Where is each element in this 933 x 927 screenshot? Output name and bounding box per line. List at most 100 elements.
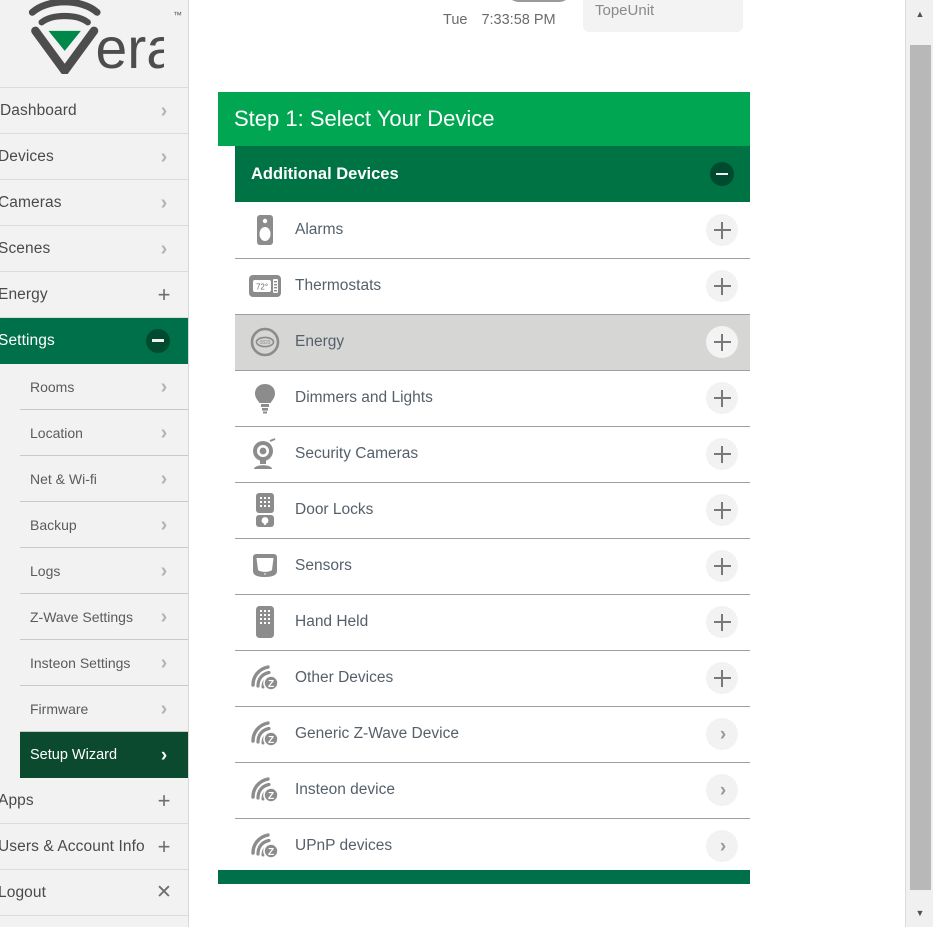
- chevron-right-icon: ›: [160, 744, 168, 766]
- page-title: Step 1: Select Your Device: [234, 106, 495, 131]
- sidebar-subitem-label: Location: [30, 425, 83, 441]
- step-header: Step 1: Select Your Device: [218, 92, 750, 146]
- trademark-symbol: ™: [173, 10, 182, 20]
- circle-minus-icon[interactable]: [710, 162, 734, 186]
- sidebar-subitem-label: Net & Wi-fi: [30, 471, 97, 487]
- add-device-button[interactable]: [706, 438, 738, 470]
- door-lock-icon: [247, 490, 283, 530]
- chevron-right-icon: ›: [160, 191, 168, 214]
- clock-display: Tue 7:33:58 PM: [443, 12, 556, 28]
- annotation-arrow-icon: [880, 340, 905, 570]
- open-device-button[interactable]: ›: [706, 774, 738, 806]
- device-row-hand-held[interactable]: Hand Held: [235, 594, 750, 650]
- device-label: Alarms: [295, 221, 344, 238]
- sidebar-subitem-label: Z-Wave Settings: [30, 609, 133, 625]
- device-row-security-cameras[interactable]: Security Cameras: [235, 426, 750, 482]
- sidebar: era ™ Dashboard › Devices › Cameras › Sc…: [0, 0, 189, 927]
- energy-meter-icon: 0829: [247, 322, 283, 362]
- sidebar-settings-submenu: Rooms › Location › Net & Wi-fi › Backup …: [0, 364, 188, 778]
- device-row-thermostats[interactable]: 72° Thermostats: [235, 258, 750, 314]
- device-label: Insteon device: [295, 781, 395, 798]
- sidebar-subitem-zwave-settings[interactable]: Z-Wave Settings ›: [0, 594, 188, 640]
- device-row-door-locks[interactable]: Door Locks: [235, 482, 750, 538]
- svg-text:0829: 0829: [259, 340, 270, 346]
- sensor-icon: [247, 546, 283, 586]
- close-x-icon: ✕: [156, 882, 172, 903]
- chevron-right-icon: ›: [160, 468, 168, 490]
- sidebar-item-devices[interactable]: Devices ›: [0, 134, 188, 180]
- device-row-dimmers-and-lights[interactable]: Dimmers and Lights: [235, 370, 750, 426]
- device-row-insteon-device[interactable]: Z Insteon device ›: [235, 762, 750, 818]
- device-row-upnp-devices[interactable]: Z UPnP devices ›: [235, 818, 750, 874]
- zwave-icon: Z: [247, 714, 283, 754]
- open-device-button[interactable]: ›: [706, 830, 738, 862]
- section-header-additional-devices[interactable]: Additional Devices: [235, 146, 750, 202]
- sidebar-item-label: Scenes: [0, 239, 51, 257]
- add-device-button[interactable]: [706, 270, 738, 302]
- device-label: Thermostats: [295, 277, 382, 294]
- device-label: Security Cameras: [295, 445, 419, 462]
- main-content: Tue 7:33:58 PM TopeUnit Step 1: Select Yo…: [190, 0, 905, 927]
- open-device-button[interactable]: ›: [706, 718, 738, 750]
- add-device-button[interactable]: [706, 550, 738, 582]
- sidebar-item-energy[interactable]: Energy +: [0, 272, 188, 318]
- device-row-alarms[interactable]: Alarms: [235, 202, 750, 258]
- sidebar-subitem-label: Rooms: [30, 379, 75, 395]
- top-status-pill[interactable]: [506, 0, 572, 2]
- add-device-button[interactable]: [706, 214, 738, 246]
- add-device-button[interactable]: [706, 326, 738, 358]
- device-label: Hand Held: [295, 613, 369, 630]
- triangle-down-icon[interactable]: ▼: [906, 903, 933, 923]
- chevron-right-icon: ›: [160, 652, 168, 674]
- thermostat-icon: 72°: [247, 266, 283, 306]
- page-scrollbar[interactable]: ▲ ▼: [905, 0, 933, 927]
- zwave-icon: Z: [247, 658, 283, 698]
- sidebar-subitem-rooms[interactable]: Rooms ›: [0, 364, 188, 410]
- sidebar-item-label: Users & Account Info: [0, 837, 145, 855]
- sidebar-subitem-backup[interactable]: Backup ›: [0, 502, 188, 548]
- sidebar-subitem-label: Backup: [30, 517, 77, 533]
- svg-text:era: era: [96, 17, 164, 74]
- device-row-sensors[interactable]: Sensors: [235, 538, 750, 594]
- device-label: Generic Z-Wave Device: [295, 725, 459, 742]
- chevron-right-icon: ›: [160, 145, 168, 168]
- sidebar-item-dashboard[interactable]: Dashboard ›: [0, 88, 188, 134]
- chevron-right-icon: ›: [160, 698, 168, 720]
- chevron-right-icon: ›: [160, 376, 168, 398]
- sidebar-item-label: Energy: [0, 285, 48, 303]
- sidebar-subitem-insteon-settings[interactable]: Insteon Settings ›: [0, 640, 188, 686]
- sidebar-subitem-logs[interactable]: Logs ›: [0, 548, 188, 594]
- device-row-generic-zwave-device[interactable]: Z Generic Z-Wave Device ›: [235, 706, 750, 762]
- sidebar-subitem-location[interactable]: Location ›: [0, 410, 188, 456]
- sidebar-item-users-account-info[interactable]: Users & Account Info +: [0, 824, 188, 870]
- scrollbar-thumb[interactable]: [910, 45, 931, 890]
- device-row-energy[interactable]: 0829 Energy: [235, 314, 750, 370]
- unit-selector[interactable]: TopeUnit: [583, 0, 743, 32]
- sidebar-item-logout[interactable]: Logout ✕: [0, 870, 188, 916]
- sidebar-item-settings[interactable]: Settings: [0, 318, 188, 364]
- sidebar-item-apps[interactable]: Apps +: [0, 778, 188, 824]
- triangle-up-icon[interactable]: ▲: [906, 4, 933, 24]
- add-device-button[interactable]: [706, 382, 738, 414]
- add-device-button[interactable]: [706, 606, 738, 638]
- sidebar-item-scenes[interactable]: Scenes ›: [0, 226, 188, 272]
- device-row-other-devices[interactable]: Z Other Devices: [235, 650, 750, 706]
- add-device-button[interactable]: [706, 662, 738, 694]
- sidebar-subitem-firmware[interactable]: Firmware ›: [0, 686, 188, 732]
- device-label: UPnP devices: [295, 837, 393, 854]
- sidebar-subitem-net-and-wifi[interactable]: Net & Wi-fi ›: [0, 456, 188, 502]
- svg-text:Z: Z: [268, 847, 274, 858]
- chevron-right-icon: ›: [719, 779, 727, 801]
- vera-setup-wizard-page: era ™ Dashboard › Devices › Cameras › Sc…: [0, 0, 933, 927]
- plus-icon: +: [157, 787, 171, 813]
- unit-name-label: TopeUnit: [595, 2, 655, 19]
- chevron-right-icon: ›: [160, 422, 168, 444]
- sidebar-subitem-label: Logs: [30, 563, 61, 579]
- svg-text:Z: Z: [268, 735, 274, 746]
- sidebar-item-cameras[interactable]: Cameras ›: [0, 180, 188, 226]
- chevron-right-icon: ›: [160, 606, 168, 628]
- add-device-button[interactable]: [706, 494, 738, 526]
- circle-minus-icon[interactable]: [146, 328, 170, 353]
- sidebar-subitem-setup-wizard[interactable]: Setup Wizard ›: [20, 732, 188, 778]
- chevron-right-icon: ›: [719, 723, 727, 745]
